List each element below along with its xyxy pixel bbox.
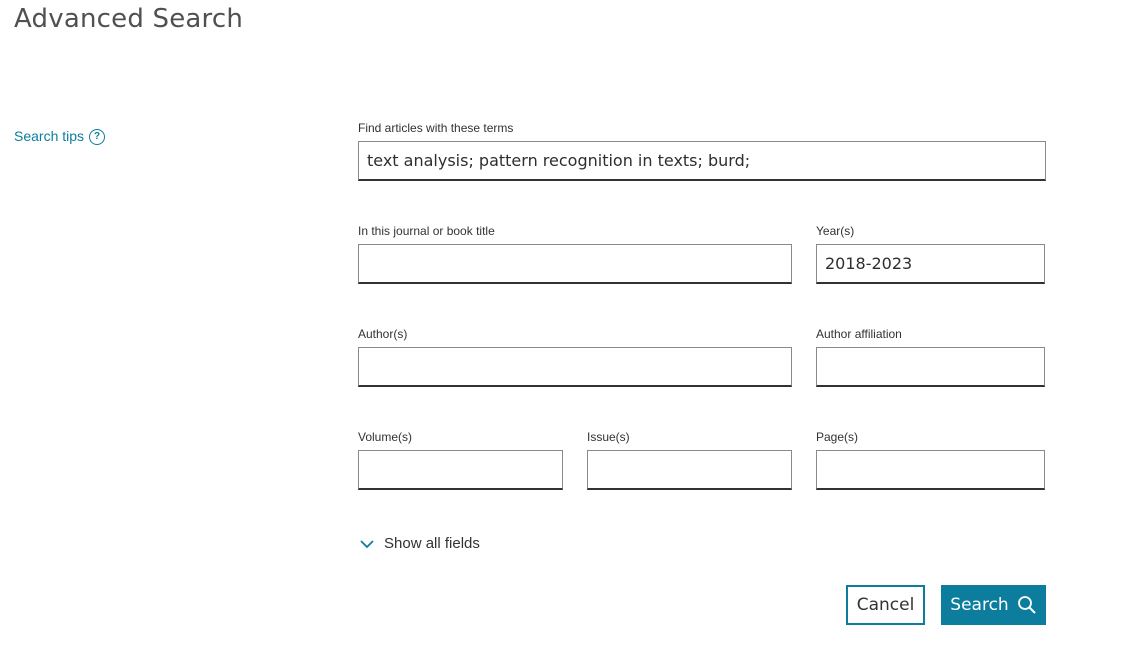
authors-input[interactable]	[358, 347, 792, 387]
affiliation-label: Author affiliation	[816, 327, 902, 341]
journal-input[interactable]	[358, 244, 792, 284]
affiliation-field-group: Author affiliation	[816, 327, 1045, 387]
terms-input[interactable]	[358, 141, 1046, 181]
pages-input[interactable]	[816, 450, 1045, 490]
search-button-label: Search	[950, 595, 1009, 615]
years-label: Year(s)	[816, 224, 855, 238]
authors-label: Author(s)	[358, 327, 408, 341]
search-tips-label: Search tips	[14, 127, 85, 144]
help-circle-icon: ?	[89, 129, 106, 145]
issues-field-group: Issue(s)	[587, 430, 792, 490]
pages-label: Page(s)	[816, 430, 859, 444]
issues-input[interactable]	[587, 450, 792, 490]
terms-label: Find articles with these terms	[358, 121, 514, 135]
show-all-fields-label: Show all fields	[384, 535, 480, 552]
authors-field-group: Author(s)	[358, 327, 792, 387]
search-icon	[1017, 595, 1037, 615]
affiliation-input[interactable]	[816, 347, 1045, 387]
volumes-field-group: Volume(s)	[358, 430, 563, 490]
journal-label: In this journal or book title	[358, 224, 495, 238]
show-all-fields-toggle[interactable]: Show all fields	[359, 535, 480, 552]
years-input[interactable]	[816, 244, 1045, 284]
issues-label: Issue(s)	[587, 430, 630, 444]
volumes-input[interactable]	[358, 450, 563, 490]
chevron-down-icon	[359, 536, 375, 552]
search-tips-link[interactable]: Search tips ?	[14, 126, 106, 145]
journal-field-group: In this journal or book title	[358, 224, 792, 284]
page-title: Advanced Search	[14, 4, 244, 34]
cancel-button-label: Cancel	[856, 595, 915, 615]
search-button[interactable]: Search	[941, 585, 1046, 625]
volumes-label: Volume(s)	[358, 430, 413, 444]
terms-field-group: Find articles with these terms	[358, 121, 1046, 181]
pages-field-group: Page(s)	[816, 430, 1045, 490]
cancel-button[interactable]: Cancel	[846, 585, 925, 625]
years-field-group: Year(s)	[816, 224, 1045, 284]
